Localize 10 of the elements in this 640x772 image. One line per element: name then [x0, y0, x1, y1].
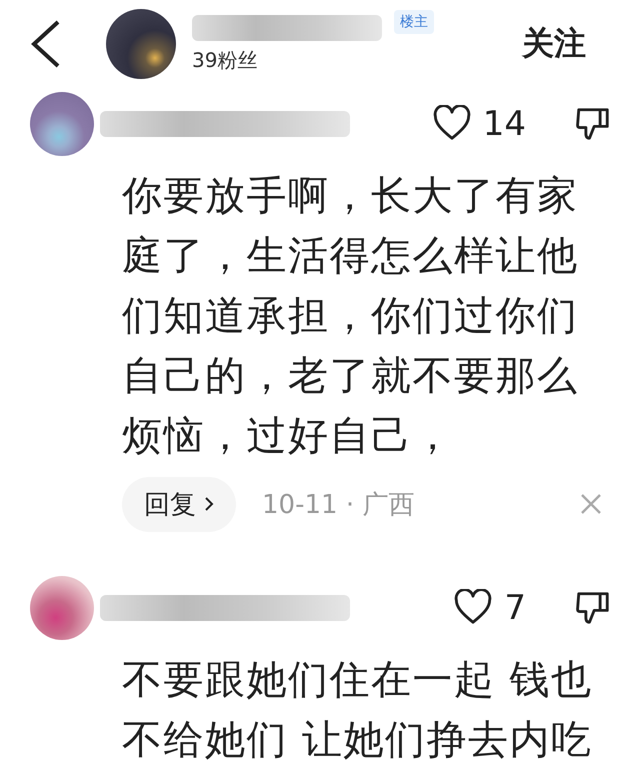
follower-count: 39粉丝 — [192, 46, 258, 74]
like-count: 14 — [482, 104, 526, 144]
comment-meta: 10-11 · 广西 — [262, 488, 414, 522]
follow-button[interactable]: 关注 — [522, 22, 586, 66]
comment-text: 你要放手啊，长大了有家庭了，生活得怎么样让他们知道承担，你们过你们自己的，老了就不要那么烦恼，过好自己， — [122, 172, 580, 461]
comment-text: 不要跟她们住在一起 钱也不给她们 让她们挣去内吃 — [122, 656, 594, 765]
like-count: 7 — [504, 588, 526, 628]
chevron-icon — [204, 495, 214, 513]
reply-button[interactable]: 回复 — [122, 476, 236, 532]
author-badge: 楼主 — [394, 10, 434, 34]
